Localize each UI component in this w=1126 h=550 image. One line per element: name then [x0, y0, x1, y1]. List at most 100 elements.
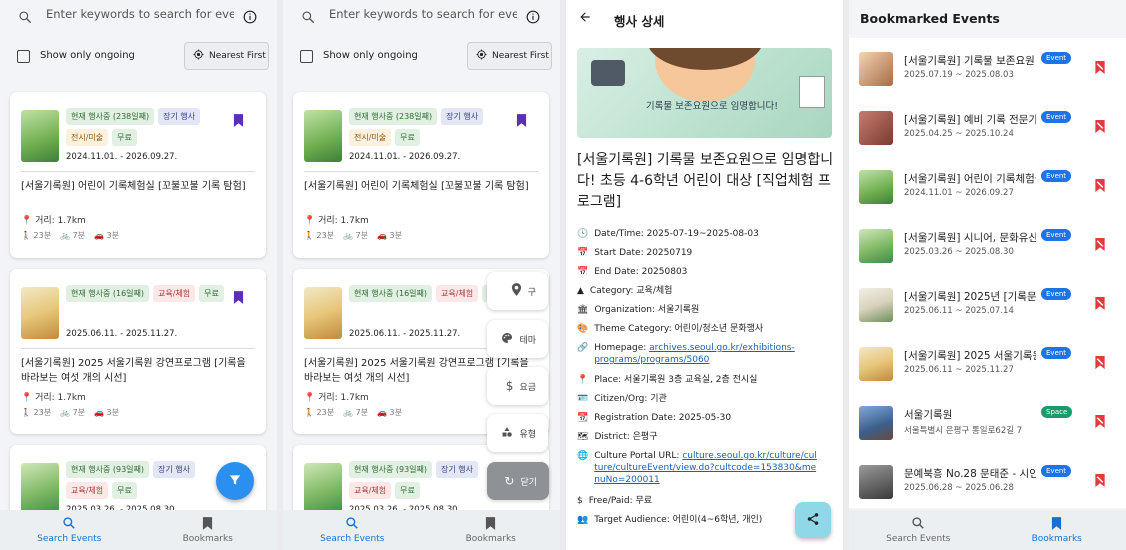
event-tag: Event — [1041, 52, 1072, 64]
search-icon — [62, 516, 76, 533]
bookmarks-header: Bookmarked Events — [860, 11, 1000, 26]
remove-bookmark-icon[interactable] — [1094, 472, 1106, 491]
badge-row: 현재 행사중 (238일째) 장기 행사 전시/미술 무료 — [66, 108, 226, 146]
bookmark-title: [서울기록원] 2025년 [기록문화 — [904, 291, 1036, 303]
walk-time: 🚶 23분 — [21, 408, 52, 417]
nav-search-events[interactable]: Search Events — [849, 510, 988, 550]
space-tag: Space — [1041, 406, 1073, 418]
long-term-badge: 장기 행사 — [153, 461, 196, 478]
search-bar[interactable]: Enter keywords to search for eve… — [283, 0, 560, 34]
event-card[interactable]: 현재 행사중 (16일째) 교육/체험 무료 2025.06.11. - 202… — [10, 269, 266, 434]
walk-time: 🚶 23분 — [21, 231, 52, 240]
remove-bookmark-icon[interactable] — [1094, 59, 1106, 78]
detail-row-theme: 🎨 Theme Category: 어린이/청소년 문화행사 — [577, 323, 835, 335]
car-time-value: 3분 — [106, 408, 119, 417]
link-icon: 🔗 — [577, 343, 589, 353]
nav-search-label: Search Events — [37, 534, 102, 544]
badge-row: 현재 행사중 (93일째) 장기 행사 교육/체험 무료 — [349, 461, 509, 499]
event-card[interactable]: 현재 행사중 (238일째) 장기 행사 전시/미술 무료 2024.11.01… — [293, 92, 549, 258]
walk-time-value: 23분 — [316, 408, 335, 417]
bookmarks-screen: Bookmarked Events [서울기록원] 기록물 보존요원 2025.… — [849, 0, 1126, 550]
detail-header: 행사 상세 — [566, 0, 843, 38]
bike-time: 🚲 7분 — [343, 231, 369, 240]
event-banner-image: 기록물 보존요원으로 임명합니다! — [577, 48, 832, 138]
fee-text: Free/Paid: 무료 — [588, 496, 653, 506]
bookmark-item[interactable]: [서울기록원] 예비 기록 전문가 2025.04.25 ~ 2025.10.2… — [859, 108, 1115, 160]
refresh-icon: ↻ — [504, 474, 515, 488]
bottom-navigation: Search Events Bookmarks — [0, 510, 277, 550]
remove-bookmark-icon[interactable] — [1094, 354, 1106, 373]
status-badge: 현재 행사중 (238일째) — [66, 108, 155, 125]
event-distance: 📍 거리: 1.7km — [21, 216, 86, 226]
bookmark-item[interactable]: [서울기록원] 어린이 기록체험실 2024.11.01 ~ 2026.09.2… — [859, 167, 1115, 219]
bookmark-icon[interactable] — [516, 112, 527, 131]
clock-icon: 🕓 — [577, 229, 589, 239]
bookmark-icon[interactable] — [233, 289, 244, 308]
detail-row-homepage: 🔗 Homepage: archives.seoul.go.kr/exhibiti… — [577, 342, 835, 366]
remove-bookmark-icon[interactable] — [1094, 118, 1106, 137]
info-icon[interactable] — [243, 9, 257, 28]
id-card-icon: 🪪 — [577, 394, 589, 404]
bookmark-item[interactable]: [서울기록원] 시니어, 문화유산 2025.03.26 ~ 2025.08.3… — [859, 226, 1115, 278]
info-icon[interactable] — [526, 9, 540, 28]
bottom-navigation: Search Events Bookmarks — [283, 510, 560, 550]
search-bar[interactable]: Enter keywords to search for eve… — [0, 0, 277, 34]
event-dates: 2025.06.11. - 2025.11.27. — [349, 329, 461, 339]
event-distance: 📍 거리: 1.7km — [21, 393, 86, 403]
car-time-value: 3분 — [389, 231, 402, 240]
detail-row-district: 🗺 District: 은평구 — [577, 431, 835, 443]
bookmark-item[interactable]: [서울기록원] 2025년 [기록문화 2025.06.11 ~ 2025.07… — [859, 285, 1115, 337]
bookmark-item[interactable]: [서울기록원] 2025 서울기록원 2025.06.11 ~ 2025.11.… — [859, 344, 1115, 396]
fab-close-option[interactable]: ↻ 닫기 — [487, 462, 549, 500]
bike-time-value: 7분 — [355, 231, 369, 240]
category-badge: 교육/체험 — [349, 482, 392, 499]
nearest-first-button[interactable]: Nearest First — [184, 42, 269, 70]
bookmark-icon — [485, 516, 496, 533]
fab-fee-label: 요금 — [519, 382, 536, 393]
bookmark-dates: 2024.11.01 ~ 2026.09.27 — [904, 188, 1014, 198]
search-input[interactable]: Enter keywords to search for eve… — [329, 7, 517, 21]
car-time: 🚗 3분 — [377, 231, 402, 240]
group-icon: 👥 — [577, 515, 589, 525]
fab-theme-option[interactable]: 테마 — [487, 320, 548, 358]
event-distance: 📍 거리: 1.7km — [304, 216, 369, 226]
share-fab[interactable] — [795, 502, 831, 538]
bookmark-icon[interactable] — [233, 112, 244, 131]
event-title: [서울기록원] 어린이 기록체험실 [꼬불꼬불 기록 탐험] — [21, 181, 246, 192]
fab-fee-option[interactable]: $ 요금 — [487, 367, 548, 405]
search-input[interactable]: Enter keywords to search for eve… — [46, 7, 234, 21]
fab-type-option[interactable]: 유형 — [487, 414, 548, 452]
back-arrow-icon[interactable] — [578, 10, 592, 28]
nav-search-events[interactable]: Search Events — [283, 510, 422, 550]
remove-bookmark-icon[interactable] — [1094, 413, 1106, 432]
category-shapes-icon — [501, 426, 513, 441]
nav-search-events[interactable]: Search Events — [0, 510, 139, 550]
bookmark-thumbnail — [859, 111, 893, 145]
filter-row: Show only ongoing Nearest First — [0, 42, 277, 72]
location-target-icon — [476, 49, 487, 63]
nav-bookmarks[interactable]: Bookmarks — [422, 510, 561, 550]
ongoing-checkbox[interactable] — [300, 50, 313, 63]
event-title: [서울기록원] 기록물 보존요원으로 임명합니다! 초등 4-6학년 어린이 대… — [577, 152, 834, 210]
banner-text: 기록물 보존요원으로 임명합니다! — [645, 101, 779, 112]
bike-time: 🚲 7분 — [60, 231, 86, 240]
bookmark-item[interactable]: [서울기록원] 기록물 보존요원 2025.07.19 ~ 2025.08.03… — [859, 49, 1115, 101]
filter-fab[interactable] — [216, 462, 254, 500]
fab-district-option[interactable]: 구 — [487, 272, 548, 310]
event-thumbnail — [304, 463, 342, 515]
remove-bookmark-icon[interactable] — [1094, 177, 1106, 196]
ongoing-checkbox[interactable] — [17, 50, 30, 63]
bookmark-item[interactable]: 서울기록원 서울특별시 은평구 통일로62길 7 Space — [859, 403, 1115, 455]
nearest-first-button[interactable]: Nearest First — [467, 42, 552, 70]
event-card[interactable]: 현재 행사중 (238일째) 장기 행사 전시/미술 무료 2024.11.01… — [10, 92, 266, 258]
bookmark-item[interactable]: 문예북흥 No.28 문태준 - 시인 2025.06.28 ~ 2025.06… — [859, 462, 1115, 514]
remove-bookmark-icon[interactable] — [1094, 295, 1106, 314]
fab-theme-label: 테마 — [519, 335, 536, 346]
remove-bookmark-icon[interactable] — [1094, 236, 1106, 255]
globe-icon: 🌐 — [577, 451, 589, 461]
divider — [304, 171, 538, 172]
status-badge: 현재 행사중 (93일째) — [66, 461, 150, 478]
nav-bookmarks[interactable]: Bookmarks — [988, 510, 1126, 550]
nav-bookmarks[interactable]: Bookmarks — [139, 510, 278, 550]
audience-text: Target Audience: 어린이(4~6학년, 개인) — [594, 515, 763, 525]
